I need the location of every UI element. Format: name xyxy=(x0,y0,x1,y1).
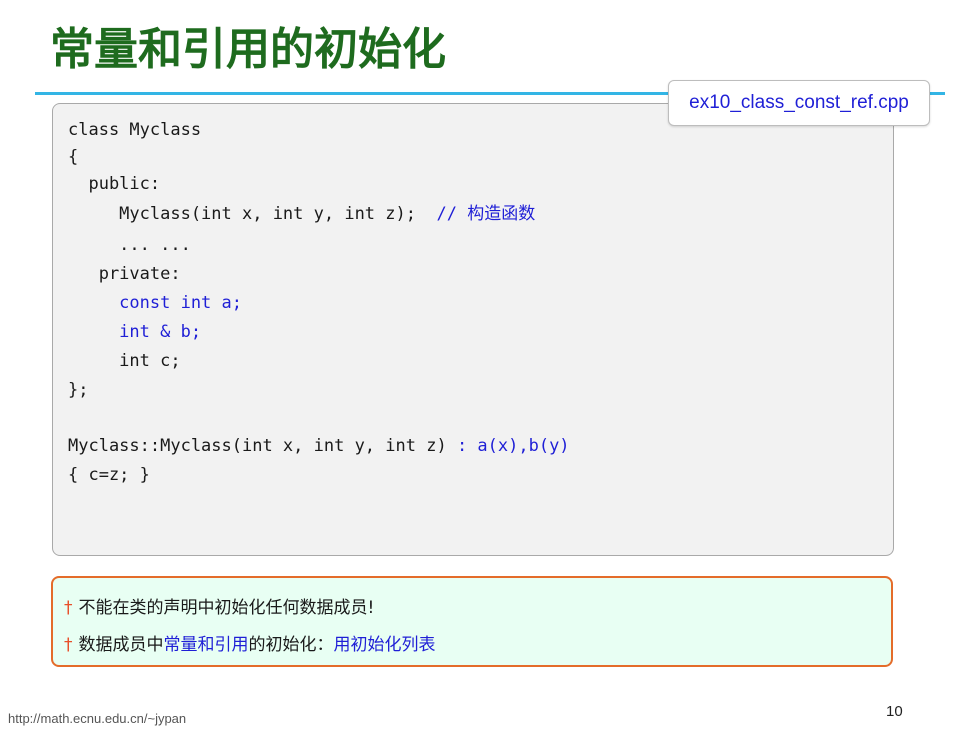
dagger-bullet: † xyxy=(64,635,73,655)
code-line-4: Myclass(int x, int y, int z); // 构造函数 xyxy=(68,201,535,228)
note-text-1: 不能在类的声明中初始化任何数据成员! xyxy=(78,598,375,618)
constructor-declaration: Myclass(int x, int y, int z); xyxy=(68,204,416,224)
code-line-7: const int a; xyxy=(68,293,242,313)
code-line-6: private: xyxy=(68,264,181,284)
code-line-5: ... ... xyxy=(68,235,191,255)
slide-title: 常量和引用的初始化 xyxy=(50,24,446,75)
code-line-9: int c; xyxy=(68,351,181,371)
dagger-bullet: † xyxy=(64,598,73,618)
code-line-3: public: xyxy=(68,174,161,194)
note-line-2: † 数据成员中常量和引用的初始化：用初始化列表 xyxy=(64,630,436,660)
note-text-2a: 数据成员中 xyxy=(78,635,164,655)
initializer-list: : a(x),b(y) xyxy=(456,436,570,456)
code-line-2: { xyxy=(68,147,79,167)
code-line-8: int & b; xyxy=(68,322,202,342)
footer-url: http://math.ecnu.edu.cn/~jypan xyxy=(8,711,187,726)
note-line-1: † 不能在类的声明中初始化任何数据成员! xyxy=(64,593,374,623)
note-text-2c: 的初始化： xyxy=(248,635,334,655)
note-highlight-const-ref: 常量和引用 xyxy=(163,635,249,655)
note-highlight-init-list: 用初始化列表 xyxy=(333,635,436,655)
code-line-12: { c=z; } xyxy=(68,465,150,485)
code-line-10: }; xyxy=(68,380,89,400)
page-number: 10 xyxy=(886,703,903,720)
constructor-comment: // 构造函数 xyxy=(436,204,536,224)
code-line-1: class Myclass xyxy=(68,120,202,140)
constructor-definition: Myclass::Myclass(int x, int y, int z) xyxy=(68,436,447,456)
code-line-11: Myclass::Myclass(int x, int y, int z) : … xyxy=(68,433,570,460)
filename-tag: ex10_class_const_ref.cpp xyxy=(668,80,930,126)
